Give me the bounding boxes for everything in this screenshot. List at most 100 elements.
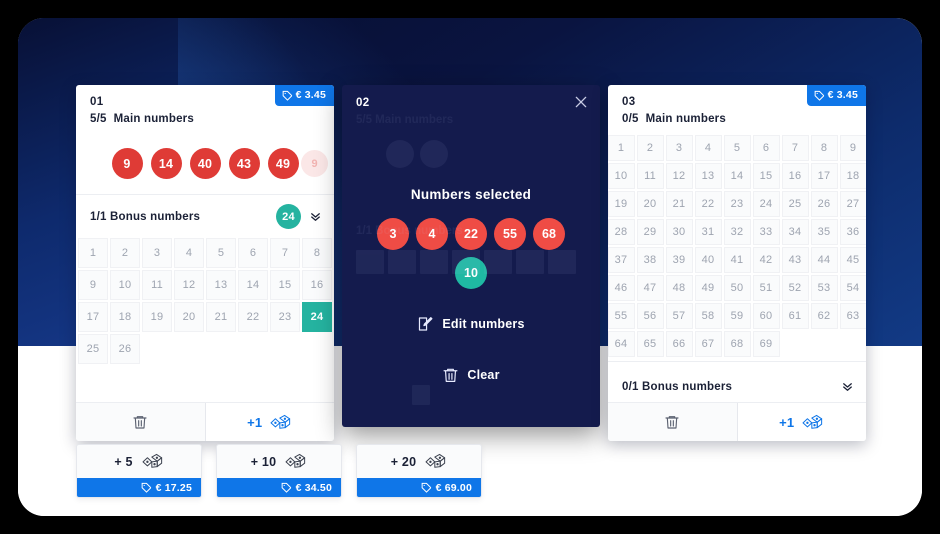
number-cell[interactable]: 9 [839,135,866,161]
number-cell[interactable]: 6 [238,238,268,268]
number-cell[interactable]: 17 [810,163,838,189]
number-cell[interactable]: 15 [270,270,300,300]
number-cell[interactable]: 1 [78,238,108,268]
quick-pick-5[interactable]: + 5 € 17.25 [76,444,202,498]
number-cell[interactable]: 37 [608,247,635,273]
number-cell[interactable]: 25 [78,334,108,364]
number-cell[interactable]: 62 [810,303,838,329]
number-cell[interactable]: 29 [636,219,664,245]
delete-ticket-button[interactable] [76,403,205,441]
number-cell[interactable]: 5 [206,238,236,268]
delete-ticket-button[interactable] [608,403,737,441]
ticket-card-03[interactable]: 03 0/5 Main numbers € 3.45 1 2 3 4 5 6 7 8 9 10 11 1… [608,85,866,441]
number-cell[interactable]: 22 [238,302,268,332]
number-cell[interactable]: 67 [694,331,722,357]
number-cell[interactable]: 3 [665,135,693,161]
number-cell[interactable]: 23 [270,302,300,332]
number-cell[interactable]: 47 [636,275,664,301]
number-cell[interactable]: 12 [174,270,204,300]
number-cell[interactable]: 4 [174,238,204,268]
ticket-card-01[interactable]: 01 5/5 Main numbers € 3.45 9 14 40 43 49 9 1/1… [76,85,334,441]
number-cell[interactable]: 36 [839,219,866,245]
main-number-grid[interactable]: 1 2 3 4 5 6 7 8 9 10 11 12 13 14 15 16 17 18 19 20 21 22 23 24 2… [608,135,866,357]
bonus-number-grid[interactable]: 1 2 3 4 5 6 7 8 9 10 11 12 13 14 15 16 17 18 19 20 21 22 23 24 2… [76,238,334,364]
number-cell[interactable]: 3 [142,238,172,268]
number-cell[interactable]: 21 [206,302,236,332]
number-cell[interactable]: 7 [270,238,300,268]
number-cell[interactable]: 9 [78,270,108,300]
number-cell[interactable]: 13 [694,163,722,189]
number-cell[interactable]: 60 [752,303,780,329]
number-cell[interactable]: 53 [810,275,838,301]
number-cell[interactable]: 13 [206,270,236,300]
clear-numbers-button[interactable]: Clear [342,366,600,384]
number-cell[interactable]: 24 [302,302,332,332]
price-badge[interactable]: € 3.45 [806,85,866,106]
number-cell[interactable]: 41 [723,247,751,273]
number-cell[interactable]: 33 [752,219,780,245]
quick-pick-10[interactable]: + 10 € 34.50 [216,444,342,498]
chevron-double-down-icon[interactable] [841,380,854,393]
number-cell[interactable]: 65 [636,331,664,357]
number-cell[interactable]: 18 [110,302,140,332]
number-cell[interactable]: 2 [110,238,140,268]
number-cell[interactable]: 17 [78,302,108,332]
number-cell[interactable]: 55 [608,303,635,329]
number-cell[interactable]: 46 [608,275,635,301]
number-cell[interactable]: 50 [723,275,751,301]
number-cell[interactable]: 63 [839,303,866,329]
quick-pick-20[interactable]: + 20 € 69.00 [356,444,482,498]
number-cell[interactable]: 5 [723,135,751,161]
number-cell[interactable]: 28 [608,219,635,245]
number-cell[interactable]: 54 [839,275,866,301]
number-cell[interactable]: 39 [665,247,693,273]
number-cell[interactable]: 18 [839,163,866,189]
number-cell[interactable]: 6 [752,135,780,161]
number-cell[interactable]: 25 [781,191,809,217]
main-ball[interactable]: 43 [228,148,260,179]
number-cell[interactable]: 8 [302,238,332,268]
number-cell[interactable]: 1 [608,135,635,161]
main-selected-balls[interactable]: 9 14 40 43 49 9 [76,135,334,194]
main-ball[interactable]: 14 [150,148,182,179]
number-cell[interactable]: 27 [839,191,866,217]
number-cell[interactable]: 10 [110,270,140,300]
number-cell[interactable]: 38 [636,247,664,273]
number-cell[interactable]: 19 [608,191,635,217]
number-cell[interactable]: 64 [608,331,635,357]
main-ball[interactable]: 49 [267,148,299,179]
number-cell[interactable]: 21 [665,191,693,217]
close-icon[interactable] [573,94,589,110]
number-cell[interactable]: 51 [752,275,780,301]
price-badge[interactable]: € 3.45 [274,85,334,106]
main-ball[interactable]: 9 [111,148,143,179]
number-cell[interactable]: 59 [723,303,751,329]
number-cell[interactable]: 32 [723,219,751,245]
number-cell[interactable]: 49 [694,275,722,301]
number-cell[interactable]: 23 [723,191,751,217]
number-cell[interactable]: 43 [781,247,809,273]
number-cell[interactable]: 22 [694,191,722,217]
number-cell[interactable]: 14 [723,163,751,189]
number-cell[interactable]: 26 [810,191,838,217]
number-cell[interactable]: 11 [636,163,664,189]
edit-numbers-button[interactable]: Edit numbers [342,315,600,333]
number-cell[interactable]: 16 [781,163,809,189]
add-ticket-button[interactable]: +1 [204,403,334,441]
number-cell[interactable]: 45 [839,247,866,273]
number-cell[interactable]: 57 [665,303,693,329]
number-cell[interactable]: 14 [238,270,268,300]
number-cell[interactable]: 10 [608,163,635,189]
number-cell[interactable]: 19 [142,302,172,332]
number-cell[interactable]: 42 [752,247,780,273]
number-cell[interactable]: 15 [752,163,780,189]
number-cell[interactable]: 20 [636,191,664,217]
number-cell[interactable]: 40 [694,247,722,273]
number-cell[interactable]: 44 [810,247,838,273]
numbers-selected-modal[interactable]: 5/5 Main numbers 1/1 Bonus numbers 02 Nu… [342,85,600,427]
number-cell[interactable]: 68 [723,331,751,357]
main-ball[interactable]: 40 [189,148,221,179]
number-cell[interactable]: 69 [752,331,780,357]
number-cell[interactable]: 34 [781,219,809,245]
number-cell[interactable]: 8 [810,135,838,161]
